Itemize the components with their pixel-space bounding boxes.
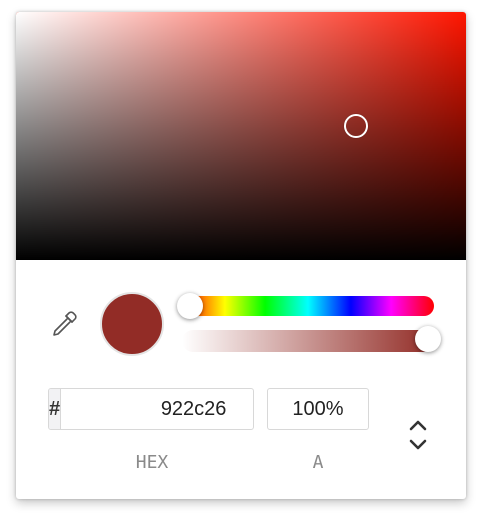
alpha-slider-thumb[interactable] (415, 326, 441, 352)
saturation-area[interactable] (16, 12, 466, 260)
hue-slider[interactable] (182, 296, 434, 316)
hex-field: # (48, 388, 254, 430)
chevron-up-down-icon[interactable] (404, 414, 432, 456)
alpha-label: A (312, 452, 324, 473)
hue-slider-thumb[interactable] (177, 293, 203, 319)
hash-prefix: # (49, 389, 62, 429)
eyedropper-icon[interactable] (48, 308, 80, 340)
hex-label: HEX (135, 452, 169, 473)
alpha-slider[interactable] (182, 330, 434, 352)
alpha-input[interactable] (267, 388, 369, 430)
saturation-cursor[interactable] (344, 114, 368, 138)
saturation-black-overlay (16, 12, 466, 260)
color-swatch (100, 292, 164, 356)
color-picker: # HEX A (16, 12, 466, 499)
hex-input[interactable] (61, 389, 253, 429)
